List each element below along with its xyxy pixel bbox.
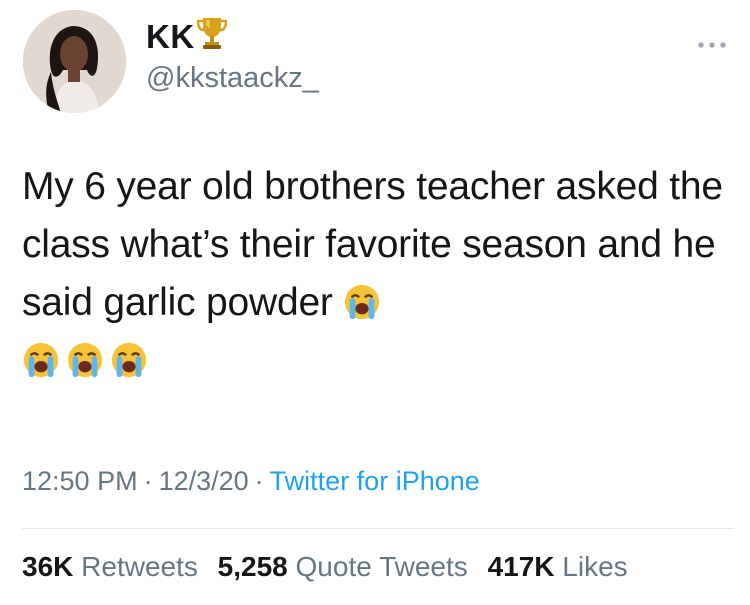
loudly-crying-face-icon — [343, 283, 381, 321]
tweet-source-link[interactable]: Twitter for iPhone — [270, 466, 480, 496]
quote-tweets-stat[interactable]: 5,258 Quote Tweets — [218, 551, 468, 582]
trophy-icon — [196, 16, 227, 55]
tweet-stats: 36K Retweets 5,258 Quote Tweets 417K Lik… — [22, 551, 640, 583]
display-name[interactable]: KK — [146, 18, 195, 56]
loudly-crying-face-icon — [22, 341, 60, 379]
meta-separator: · — [143, 466, 153, 496]
meta-separator: · — [254, 466, 264, 496]
quote-tweets-label: Quote Tweets — [295, 551, 468, 582]
tweet-text: My 6 year old brothers teacher asked the… — [22, 158, 732, 390]
likes-label: Likes — [562, 551, 628, 582]
retweets-label: Retweets — [81, 551, 198, 582]
more-options-icon[interactable] — [694, 38, 730, 50]
retweets-stat[interactable]: 36K Retweets — [22, 551, 198, 582]
avatar[interactable] — [23, 10, 126, 113]
tweet-card: KK @kkstaackz_ My 6 year old brothers te… — [0, 0, 750, 605]
retweets-count: 36K — [22, 551, 74, 582]
avatar-image — [23, 10, 126, 113]
tweet-meta: 12:50 PM · 12/3/20 · Twitter for iPhone — [22, 466, 480, 497]
loudly-crying-face-icon — [110, 341, 148, 379]
user-handle[interactable]: @kkstaackz_ — [146, 62, 319, 95]
tweet-date[interactable]: 12/3/20 — [159, 466, 249, 496]
tweet-time[interactable]: 12:50 PM — [22, 466, 138, 496]
loudly-crying-face-icon — [66, 341, 104, 379]
divider — [22, 528, 734, 529]
name-row: KK — [146, 16, 227, 56]
likes-stat[interactable]: 417K Likes — [488, 551, 628, 582]
quote-tweets-count: 5,258 — [217, 551, 288, 582]
likes-count: 417K — [487, 551, 555, 582]
